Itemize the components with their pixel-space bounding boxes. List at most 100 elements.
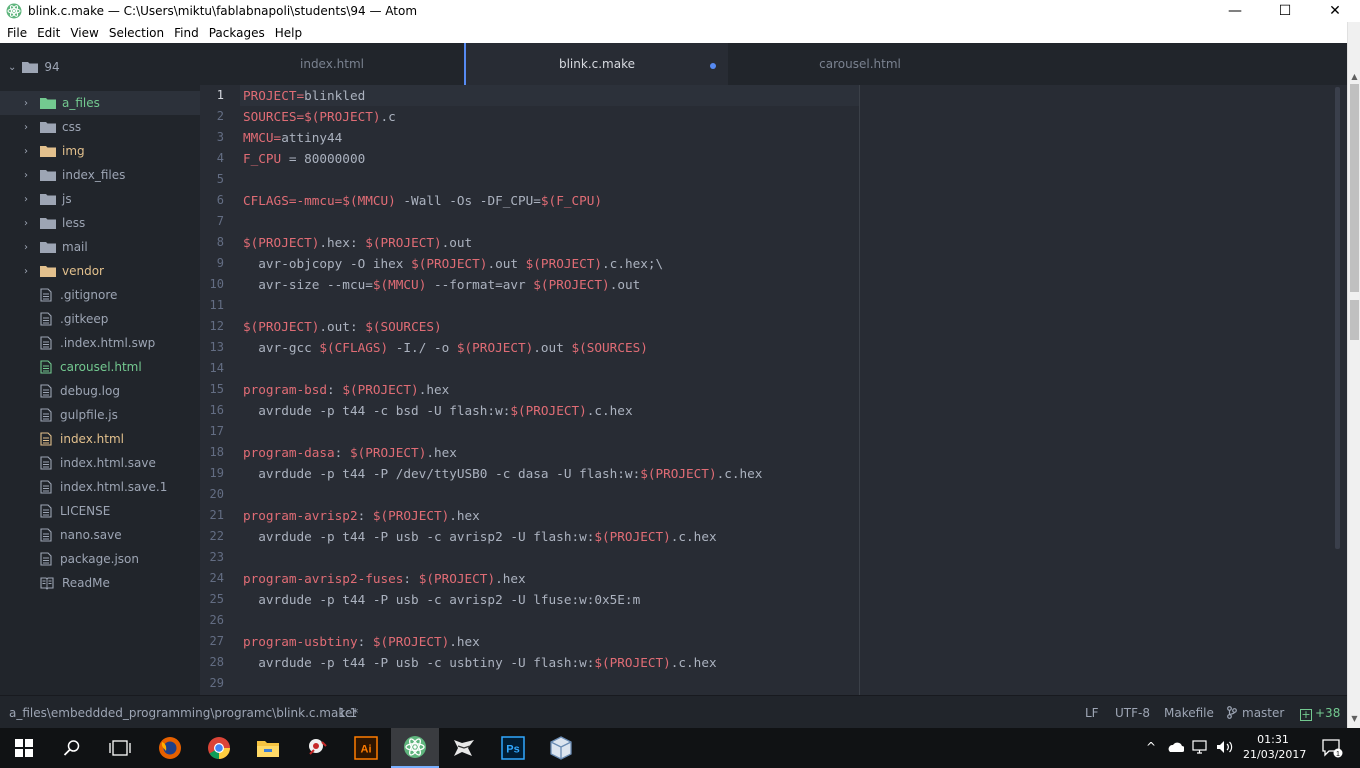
- line-number[interactable]: 27: [200, 634, 224, 648]
- line-number[interactable]: 20: [200, 487, 224, 501]
- action-center-button[interactable]: 1: [1308, 728, 1356, 768]
- code-line[interactable]: MMCU=attiny44: [243, 127, 342, 148]
- code-line[interactable]: avrdude -p t44 -P /dev/ttyUSB0 -c dasa -…: [243, 463, 762, 484]
- minimize-button[interactable]: —: [1210, 0, 1260, 22]
- git-branch[interactable]: master: [1227, 706, 1284, 720]
- fritzing-taskbar-button[interactable]: [293, 728, 341, 768]
- code-line[interactable]: program-avrisp2: $(PROJECT).hex: [243, 505, 480, 526]
- code-line[interactable]: F_CPU = 80000000: [243, 148, 365, 169]
- menu-packages[interactable]: Packages: [204, 26, 270, 40]
- tree-item-index-html-save-1[interactable]: index.html.save.1: [0, 475, 200, 499]
- line-ending[interactable]: LF: [1085, 706, 1099, 720]
- line-number[interactable]: 5: [200, 172, 224, 186]
- line-number[interactable]: 16: [200, 403, 224, 417]
- illustrator-taskbar-button[interactable]: Ai: [342, 728, 390, 768]
- line-number[interactable]: 23: [200, 550, 224, 564]
- tree-item-gitignore[interactable]: .gitignore: [0, 283, 200, 307]
- menu-edit[interactable]: Edit: [32, 26, 65, 40]
- menu-file[interactable]: File: [2, 26, 32, 40]
- tree-item-package-json[interactable]: package.json: [0, 547, 200, 571]
- line-number[interactable]: 15: [200, 382, 224, 396]
- code-line[interactable]: avr-size --mcu=$(MMCU) --format=avr $(PR…: [243, 274, 640, 295]
- code-line[interactable]: avrdude -p t44 -P usb -c avrisp2 -U flas…: [243, 526, 716, 547]
- clock[interactable]: 01:31 21/03/2017: [1243, 732, 1306, 762]
- line-number[interactable]: 7: [200, 214, 224, 228]
- grammar[interactable]: Makefile: [1164, 706, 1214, 720]
- menu-view[interactable]: View: [65, 26, 103, 40]
- tree-item-debug-log[interactable]: debug.log: [0, 379, 200, 403]
- line-number[interactable]: 10: [200, 277, 224, 291]
- volume-icon[interactable]: [1216, 740, 1234, 754]
- chevron-up-icon[interactable]: ^: [1146, 740, 1156, 754]
- tree-item-gulpfile-js[interactable]: gulpfile.js: [0, 403, 200, 427]
- tree-item-gitkeep[interactable]: .gitkeep: [0, 307, 200, 331]
- line-number[interactable]: 14: [200, 361, 224, 375]
- tab-blink-c-make[interactable]: blink.c.make: [464, 43, 728, 85]
- code-line[interactable]: program-avrisp2-fuses: $(PROJECT).hex: [243, 568, 526, 589]
- code-line[interactable]: program-bsd: $(PROJECT).hex: [243, 379, 449, 400]
- tree-item-index-files[interactable]: › index_files: [0, 163, 200, 187]
- tree-item-a-files[interactable]: › a_files: [0, 91, 200, 115]
- line-number[interactable]: 8: [200, 235, 224, 249]
- tab-carousel-html[interactable]: carousel.html: [728, 43, 992, 85]
- code-line[interactable]: $(PROJECT).hex: $(PROJECT).out: [243, 232, 472, 253]
- tree-item-index-html-swp[interactable]: .index.html.swp: [0, 331, 200, 355]
- window-scrollbar-thumb[interactable]: [1350, 84, 1359, 292]
- tree-item-license[interactable]: LICENSE: [0, 499, 200, 523]
- tree-item-nano-save[interactable]: nano.save: [0, 523, 200, 547]
- tree-root[interactable]: ⌄ 94: [0, 43, 200, 91]
- tree-item-vendor[interactable]: › vendor: [0, 259, 200, 283]
- line-number[interactable]: 19: [200, 466, 224, 480]
- tab-index-html[interactable]: index.html: [200, 43, 464, 85]
- code-line[interactable]: $(PROJECT).out: $(SOURCES): [243, 316, 442, 337]
- start-button[interactable]: [0, 728, 48, 768]
- maximize-button[interactable]: ☐: [1260, 0, 1310, 22]
- line-number[interactable]: 22: [200, 529, 224, 543]
- firefox-taskbar-button[interactable]: [146, 728, 194, 768]
- line-number[interactable]: 24: [200, 571, 224, 585]
- menu-help[interactable]: Help: [270, 26, 307, 40]
- line-number[interactable]: 29: [200, 676, 224, 690]
- tree-item-css[interactable]: › css: [0, 115, 200, 139]
- close-button[interactable]: ✕: [1310, 0, 1360, 22]
- line-number[interactable]: 25: [200, 592, 224, 606]
- tree-item-carousel-html[interactable]: carousel.html: [0, 355, 200, 379]
- code-line[interactable]: CFLAGS=-mmcu=$(MMCU) -Wall -Os -DF_CPU=$…: [243, 190, 602, 211]
- line-number[interactable]: 17: [200, 424, 224, 438]
- code-line[interactable]: PROJECT=blinkled: [243, 85, 365, 106]
- task-view-button[interactable]: [96, 728, 144, 768]
- onedrive-icon[interactable]: [1166, 741, 1184, 753]
- scroll-up-arrow-icon[interactable]: ▲: [1348, 70, 1360, 83]
- file-path[interactable]: a_files\embeddded_programming\programc\b…: [9, 706, 358, 720]
- file-explorer-taskbar-button[interactable]: [244, 728, 292, 768]
- menu-find[interactable]: Find: [169, 26, 204, 40]
- code-line[interactable]: program-dasa: $(PROJECT).hex: [243, 442, 457, 463]
- line-number[interactable]: 13: [200, 340, 224, 354]
- search-button[interactable]: [48, 728, 96, 768]
- line-number[interactable]: 6: [200, 193, 224, 207]
- line-number[interactable]: 2: [200, 109, 224, 123]
- code-line[interactable]: avrdude -p t44 -c bsd -U flash:w:$(PROJE…: [243, 400, 632, 421]
- tree-item-less[interactable]: › less: [0, 211, 200, 235]
- atom-taskbar-button[interactable]: [391, 728, 439, 768]
- line-number[interactable]: 1: [200, 88, 224, 102]
- photoshop-taskbar-button[interactable]: Ps: [489, 728, 537, 768]
- line-number[interactable]: 28: [200, 655, 224, 669]
- window-scrollbar-thumb-lower[interactable]: [1350, 300, 1359, 340]
- encoding[interactable]: UTF-8: [1115, 706, 1150, 720]
- line-number[interactable]: 11: [200, 298, 224, 312]
- tree-item-mail[interactable]: › mail: [0, 235, 200, 259]
- line-number[interactable]: 26: [200, 613, 224, 627]
- menu-selection[interactable]: Selection: [104, 26, 169, 40]
- text-editor[interactable]: 1 2 3 4 5 6 7 8 9 10 11 12 13 14 15 16 17 18 19 20 21 22 23 24 2…: [200, 85, 1347, 695]
- code-line[interactable]: avrdude -p t44 -P usb -c usbtiny -U flas…: [243, 652, 716, 673]
- chrome-taskbar-button[interactable]: [195, 728, 243, 768]
- line-number[interactable]: 21: [200, 508, 224, 522]
- git-diff[interactable]: + +38: [1300, 706, 1340, 721]
- line-number[interactable]: 18: [200, 445, 224, 459]
- virtualbox-taskbar-button[interactable]: [537, 728, 585, 768]
- tree-item-js[interactable]: › js: [0, 187, 200, 211]
- line-number[interactable]: 3: [200, 130, 224, 144]
- editor-scrollbar[interactable]: [1335, 87, 1340, 549]
- line-number[interactable]: 4: [200, 151, 224, 165]
